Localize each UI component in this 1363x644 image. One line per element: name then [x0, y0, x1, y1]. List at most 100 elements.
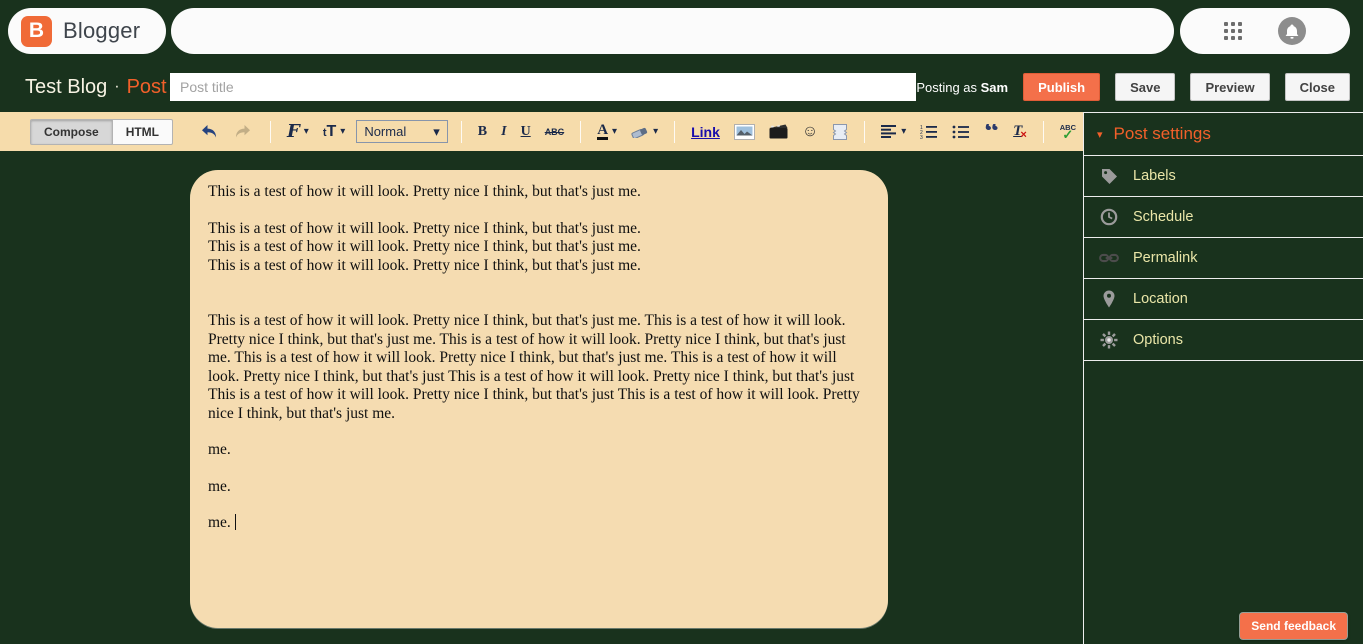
blogger-b-icon: B — [21, 16, 52, 47]
sidebar-item-schedule[interactable]: Schedule — [1084, 197, 1363, 238]
undo-button[interactable] — [195, 122, 224, 141]
post-header-bar: Test Blog · Post Posting as Sam Publish … — [0, 62, 1363, 112]
underline-button[interactable]: U — [516, 122, 536, 142]
editor-paragraph: me. — [208, 478, 870, 497]
posting-as-name: Sam — [981, 80, 1008, 95]
editor-paragraph: This is a test of how it will look. Pret… — [208, 183, 870, 202]
link-icon — [1099, 253, 1119, 263]
sidebar-item-location[interactable]: Location — [1084, 279, 1363, 320]
sidebar-item-options[interactable]: Options — [1084, 320, 1363, 361]
chevron-down-icon: ▾ — [612, 126, 617, 137]
editor-paragraph: me. — [208, 441, 870, 460]
editor-line: This is a test of how it will look. Pret… — [208, 257, 870, 276]
clapperboard-icon — [769, 124, 788, 139]
text-cursor — [235, 514, 237, 530]
search-input[interactable] — [171, 8, 1174, 54]
posting-as-text: Posting as Sam — [916, 80, 1008, 95]
post-settings-sidebar: ▾ Post settings Labels Schedule — [1083, 112, 1363, 644]
sidebar-item-label: Schedule — [1133, 209, 1193, 225]
editor-canvas: This is a test of how it will look. Pret… — [0, 151, 1083, 644]
post-title-input[interactable] — [170, 73, 916, 101]
toolbar-separator — [461, 121, 462, 143]
blog-name[interactable]: Test Blog — [25, 76, 107, 99]
header-actions — [1180, 8, 1350, 54]
sidebar-item-labels[interactable]: Labels — [1084, 156, 1363, 197]
editor-line: This is a test of how it will look. Pret… — [208, 220, 870, 239]
eraser-icon — [631, 125, 649, 138]
editor-paragraph: This is a test of how it will look. Pret… — [208, 312, 870, 423]
insert-emoji-button[interactable]: ☺ — [797, 121, 823, 143]
post-body-editor[interactable]: This is a test of how it will look. Pret… — [190, 170, 888, 628]
sidebar-item-label: Location — [1133, 291, 1188, 307]
unordered-list-icon — [952, 125, 970, 139]
toolbar-separator — [580, 121, 581, 143]
preview-button[interactable]: Preview — [1190, 73, 1269, 101]
svg-text:3: 3 — [920, 135, 923, 139]
html-tab[interactable]: HTML — [113, 119, 173, 145]
text-color-button[interactable]: A ▾ — [592, 121, 622, 142]
redo-button[interactable] — [228, 122, 257, 141]
chevron-down-icon: ▾ — [304, 126, 309, 137]
bullet-list-button[interactable] — [947, 123, 975, 141]
collapse-triangle-icon: ▾ — [1097, 128, 1103, 141]
green-check-icon: ✓ — [1062, 131, 1073, 139]
sidebar-item-permalink[interactable]: Permalink — [1084, 238, 1363, 279]
sidebar-item-label: Permalink — [1133, 250, 1197, 266]
insert-video-button[interactable] — [764, 122, 793, 141]
bold-button[interactable]: B — [473, 122, 492, 142]
strikethrough-button[interactable]: ABC — [540, 125, 570, 139]
align-left-icon — [881, 125, 897, 138]
editor-line: This is a test of how it will look. Pret… — [208, 238, 870, 257]
save-button[interactable]: Save — [1115, 73, 1175, 101]
notifications-bell-icon[interactable] — [1278, 17, 1306, 45]
blockquote-button[interactable]: “ — [979, 124, 1004, 140]
paragraph-format-select[interactable]: Normal ▾ — [356, 120, 447, 143]
red-x-icon: × — [1020, 129, 1026, 141]
font-family-button[interactable]: F ▾ — [282, 119, 314, 144]
editor-paragraph: me. — [208, 514, 870, 533]
blogger-logo[interactable]: B Blogger — [8, 8, 166, 54]
toolbar-separator — [864, 121, 865, 143]
italic-button[interactable]: I — [496, 122, 511, 142]
image-icon — [734, 124, 755, 140]
editor-toolbar: Compose HTML F ▾ tT ▾ Normal ▾ B — [0, 112, 1083, 151]
close-button[interactable]: Close — [1285, 73, 1350, 101]
chevron-down-icon: ▾ — [653, 126, 658, 137]
tag-icon — [1099, 167, 1119, 185]
main-area: Compose HTML F ▾ tT ▾ Normal ▾ B — [0, 112, 1363, 644]
toolbar-separator — [674, 121, 675, 143]
alignment-button[interactable]: ▾ — [876, 123, 911, 140]
compose-tab[interactable]: Compose — [30, 119, 113, 145]
insert-image-button[interactable] — [729, 122, 760, 142]
toolbar-separator — [270, 121, 271, 143]
ordered-list-icon: 1 2 3 — [920, 125, 938, 139]
highlight-color-button[interactable]: ▾ — [626, 123, 663, 140]
editor-column: Compose HTML F ▾ tT ▾ Normal ▾ B — [0, 112, 1083, 644]
post-actions: Posting as Sam Publish Save Preview Clos… — [916, 62, 1350, 112]
search-bar[interactable] — [171, 8, 1174, 54]
insert-link-button[interactable]: Link — [686, 122, 725, 142]
post-settings-header[interactable]: ▾ Post settings — [1084, 113, 1363, 156]
smiley-icon: ☺ — [802, 123, 818, 141]
blogger-logo-text: Blogger — [63, 18, 140, 44]
spellcheck-button[interactable]: ABC ✓ — [1055, 122, 1081, 141]
sidebar-item-label: Labels — [1133, 168, 1176, 184]
top-header: B Blogger — [0, 0, 1363, 62]
apps-grid-icon[interactable] — [1224, 22, 1242, 40]
remove-formatting-button[interactable]: T × — [1008, 121, 1032, 143]
send-feedback-button[interactable]: Send feedback — [1240, 613, 1347, 639]
editor-line-block: This is a test of how it will look. Pret… — [208, 220, 870, 276]
sidebar-item-label: Options — [1133, 332, 1183, 348]
breadcrumb-separator: · — [114, 78, 119, 96]
gear-icon — [1099, 331, 1119, 349]
page-break-icon — [832, 124, 848, 140]
chevron-down-icon: ▾ — [433, 124, 440, 140]
toolbar-separator — [1043, 121, 1044, 143]
numbered-list-button[interactable]: 1 2 3 — [915, 123, 943, 141]
font-size-button[interactable]: tT ▾ — [318, 121, 350, 143]
insert-jump-break-button[interactable] — [827, 122, 853, 142]
chevron-down-icon: ▾ — [901, 126, 906, 137]
publish-button[interactable]: Publish — [1023, 73, 1100, 101]
pin-icon — [1099, 290, 1119, 308]
clock-icon — [1099, 208, 1119, 226]
